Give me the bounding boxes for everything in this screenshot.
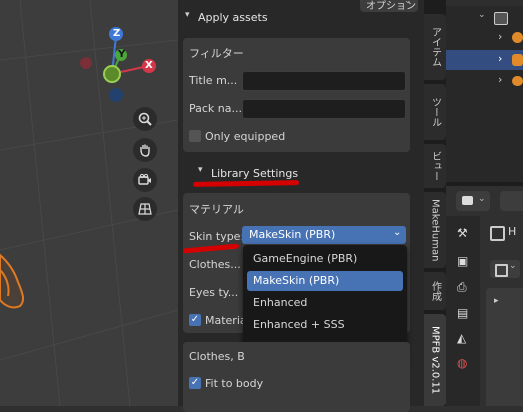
- eyes-type-label: Eyes ty...: [189, 286, 239, 299]
- tab-create[interactable]: 作成: [424, 272, 446, 310]
- chevron-right-icon[interactable]: ›: [498, 52, 502, 65]
- collection-icon: [494, 12, 508, 25]
- filter-title: フィルター: [189, 47, 244, 60]
- gizmo-z-label: Z: [113, 28, 121, 39]
- apply-assets-header[interactable]: ▾ Apply assets: [182, 9, 418, 27]
- library-settings-label: Library Settings: [211, 167, 299, 180]
- apply-assets-label: Apply assets: [198, 11, 268, 24]
- tab-tool[interactable]: ツール: [424, 84, 446, 140]
- mesh-object-icon: [512, 54, 523, 66]
- menu-item-makeskin[interactable]: MakeSkin (PBR): [247, 271, 403, 291]
- camera-icon[interactable]: [133, 168, 157, 192]
- fit-to-body-checkbox[interactable]: ✓: [189, 377, 201, 389]
- properties-icon: [462, 196, 473, 205]
- chevron-down-icon: ⌄: [509, 261, 517, 271]
- chevron-right-icon[interactable]: ›: [498, 30, 502, 43]
- skin-type-label: Skin type:: [189, 230, 245, 243]
- material-check-label: Materia: [205, 314, 247, 327]
- tab-makehuman[interactable]: MakeHuman: [424, 192, 446, 268]
- character-hand-outline: [0, 253, 25, 309]
- tab-item[interactable]: アイテム: [424, 14, 446, 80]
- fit-to-body-label: Fit to body: [205, 377, 264, 390]
- output-icon[interactable]: ⎙: [457, 280, 467, 295]
- tab-makehuman-label: MakeHuman: [429, 198, 441, 262]
- editor-type-button[interactable]: ⌄: [456, 191, 490, 211]
- perspective-grid-icon[interactable]: [133, 197, 157, 221]
- 3d-viewport[interactable]: Z Y X: [0, 0, 178, 406]
- chevron-right-icon[interactable]: ›: [498, 73, 502, 86]
- chevron-down-icon: ▾: [198, 165, 203, 175]
- skin-type-select[interactable]: MakeSkin (PBR) ⌄: [242, 226, 406, 244]
- scene-icon[interactable]: ◭: [457, 331, 466, 345]
- chevron-down-icon: ⌄: [404, 0, 412, 6]
- material-checkbox[interactable]: ✓: [189, 314, 201, 326]
- render-icon[interactable]: ▣: [457, 254, 468, 268]
- world-icon[interactable]: ◍: [457, 356, 467, 370]
- chevron-down-icon: ⌄: [393, 227, 402, 238]
- tab-mpfb-label: MPFB v2.0.11: [429, 325, 441, 395]
- menu-item-enhanced[interactable]: Enhanced: [247, 293, 403, 313]
- chevron-down-icon: ⌄: [478, 194, 486, 204]
- title-match-label: Title m...: [189, 74, 238, 87]
- pan-hand-icon[interactable]: [133, 138, 157, 162]
- mode-select[interactable]: ⌄: [490, 260, 520, 278]
- tab-mpfb[interactable]: MPFB v2.0.11: [424, 314, 446, 406]
- object-icon: [512, 76, 523, 86]
- search-field[interactable]: [500, 191, 523, 211]
- tab-view-label: ビュー: [429, 151, 441, 181]
- only-equipped-checkbox[interactable]: [189, 130, 201, 142]
- tab-item-label: アイテム: [429, 27, 441, 67]
- object-icon: [495, 264, 508, 277]
- library-settings-header[interactable]: ▾ Library Settings: [188, 163, 418, 183]
- chevron-down-icon: ▾: [185, 10, 190, 20]
- properties-tab-column: ⚒ ▣ ⎙ ▤ ◭ ◍: [446, 216, 480, 406]
- clothes-body-title: Clothes, B: [189, 350, 245, 363]
- gizmo-y-label: Y: [118, 49, 126, 60]
- properties-editor: ⌄ ⚒ ▣ ⎙ ▤ ◭ ◍ H ⌄ ▸: [446, 186, 523, 406]
- chevron-down-icon[interactable]: ⌄: [478, 10, 486, 20]
- transform-panel: ▸: [486, 288, 523, 406]
- pack-name-input[interactable]: [242, 99, 406, 119]
- outliner-header: [446, 0, 523, 6]
- menu-item-enhanced-sss[interactable]: Enhanced + SSS: [247, 315, 403, 335]
- outliner-panel: ⌄ › › ›: [446, 0, 523, 182]
- skin-type-value: MakeSkin (PBR): [249, 228, 336, 241]
- view-layer-icon[interactable]: ▤: [457, 306, 468, 320]
- tool-icon[interactable]: ⚒: [457, 226, 468, 240]
- menu-item-gameengine[interactable]: GameEngine (PBR): [247, 249, 403, 269]
- clothes-label: Clothes...: [189, 258, 241, 271]
- only-equipped-label: Only equipped: [205, 130, 286, 143]
- object-data-icon: [490, 226, 505, 241]
- zoom-icon[interactable]: [133, 107, 157, 131]
- tab-view[interactable]: ビュー: [424, 144, 446, 188]
- pack-name-label: Pack na...: [189, 102, 242, 115]
- object-name-label: H: [508, 225, 517, 238]
- chevron-right-icon[interactable]: ▸: [494, 296, 499, 306]
- gizmo-x-label: X: [145, 60, 153, 71]
- tab-tool-label: ツール: [429, 97, 441, 127]
- material-title: マテリアル: [189, 203, 244, 216]
- title-match-input[interactable]: [242, 71, 406, 91]
- tab-create-label: 作成: [429, 281, 441, 301]
- armature-icon: [512, 32, 523, 43]
